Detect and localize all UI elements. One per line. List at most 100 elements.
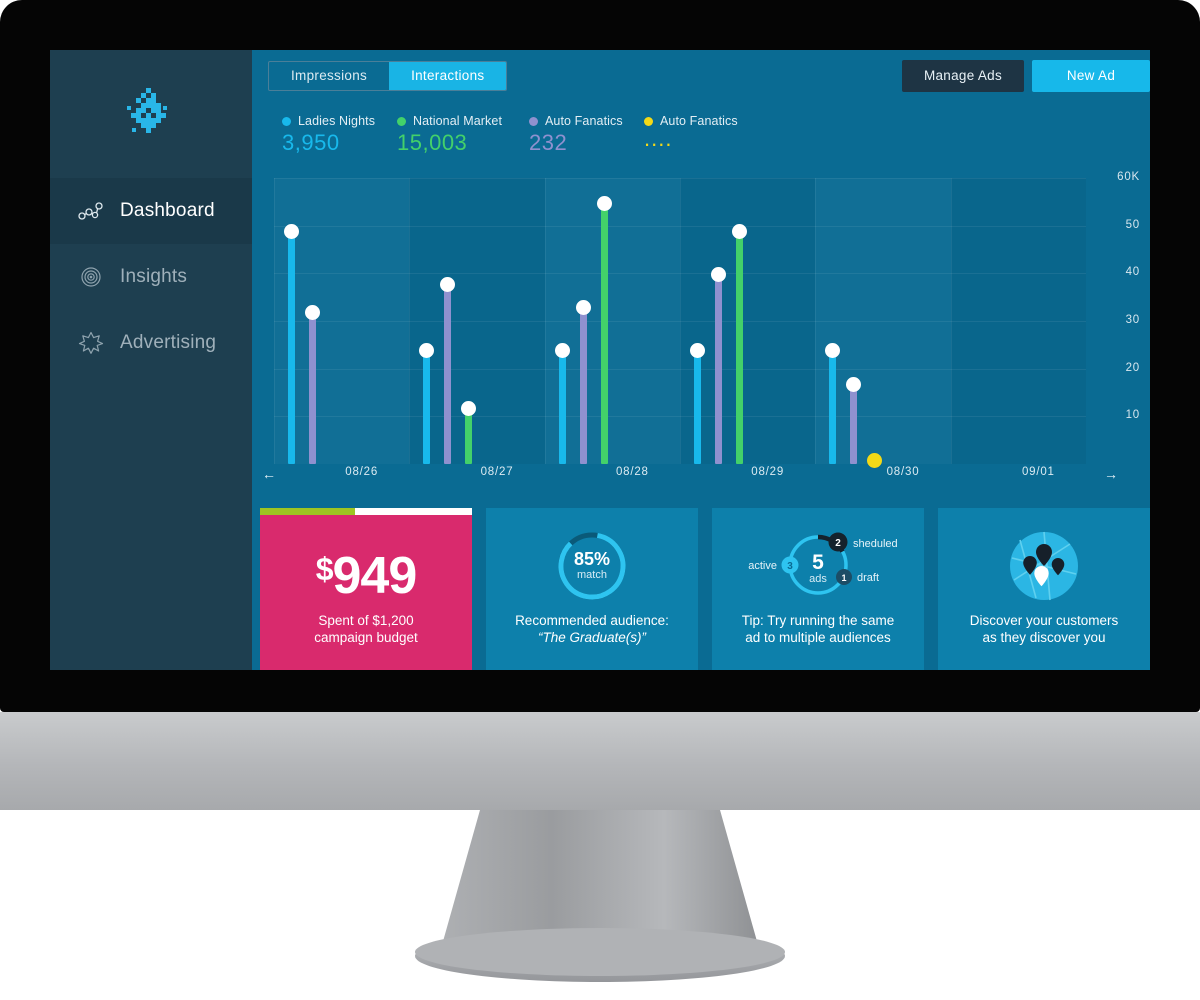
chart-bar[interactable] [690,343,705,464]
y-axis-tick-label: 50 [1125,218,1140,231]
legend-loading-indicator: .... [644,126,673,151]
y-axis-tick-label: 20 [1125,361,1140,374]
star-icon [76,328,106,358]
y-axis-tick-label: 30 [1125,314,1140,326]
chart-bar-cap-icon [554,343,570,359]
x-axis-tick-label: 09/01 [1021,466,1055,478]
chart-gridline-h [274,178,1086,179]
chart-gridline-h [274,273,1086,275]
active-label: active [748,560,777,572]
draft-count: 1 [841,573,846,583]
chart-bar-cap-icon [440,276,456,292]
budget-progress-bar [260,508,472,515]
chart-bar[interactable] [554,343,570,464]
legend-dot-icon [644,116,653,126]
chart-gridline-h [274,416,1086,418]
app-logo[interactable] [50,50,252,178]
budget-card[interactable]: $949 Spent of $1,200 campaign budget [260,508,472,670]
chart-bar[interactable] [419,343,435,464]
legend-label: Ladies Nights [298,114,376,128]
match-percent: 85% [574,549,610,569]
legend-value: 232 [529,130,568,155]
chart-bar[interactable] [846,376,862,464]
new-ad-button[interactable]: New Ad [1032,60,1150,92]
amount-value: 949 [332,547,418,605]
ads-card[interactable]: 3 2 1 5 ads active sheduled draft Tip: T… [712,508,924,670]
budget-caption: Spent of $1,200 campaign budget [260,612,472,646]
legend-dot-icon [397,116,406,126]
chart-gridline-h [274,225,1086,227]
chart: 08/26 08/27 08/28 08/29 08/30 09/01 ← → 60K 50 40… [252,164,1150,486]
legend-label: National Market [413,114,503,128]
chart-bar[interactable] [575,300,591,464]
scheduled-label: sheduled [853,538,898,550]
scheduled-count: 2 [835,538,841,549]
sidebar-item-dashboard[interactable]: Dashboard [50,178,252,244]
legend-dot-icon [282,116,291,126]
toolbar: Impressions Interactions Manage Ads New … [252,50,1150,108]
sidebar-item-label: Insights [120,266,188,287]
audience-caption-line1: Recommended audience: [515,613,669,628]
plot-area [274,178,1086,468]
discover-caption: Discover your customers as they discover… [938,612,1150,646]
x-axis-tick-label: 08/27 [480,466,514,478]
target-icon [76,262,106,292]
diamond-logo-icon [127,88,167,133]
chart-bar[interactable] [284,224,299,464]
legend-label: Auto Fanatics [545,114,623,128]
screen: Dashboard Insights Advertising Impressio… [50,50,1150,670]
tab-interactions[interactable]: Interactions [389,62,507,90]
audience-card[interactable]: 85% match Recommended audience: “The Gra… [486,508,698,670]
x-axis-tick-label: 08/26 [345,466,379,478]
sidebar-item-label: Dashboard [120,200,215,221]
sidebar-item-insights[interactable]: Insights [50,244,252,310]
chart-bar-cap-icon [596,195,612,211]
manage-ads-button[interactable]: Manage Ads [901,60,1024,92]
ads-sub: ads [809,573,827,585]
y-axis-tick-label: 10 [1125,409,1140,422]
chart-prev-arrow-icon[interactable]: ← [262,466,276,482]
sidebar-item-label: Advertising [120,332,217,353]
legend-item[interactable]: Auto Fanatics 232 [529,114,644,156]
chart-legend: Ladies Nights 3,950 National Market 15,0… [252,108,1150,156]
chart-bar[interactable] [711,267,726,464]
legend-item[interactable]: National Market 15,003 [397,114,529,156]
legend-dot-icon [529,116,538,126]
audience-quote: “The Graduate(s)” [537,630,647,645]
x-axis-tick-label: 08/30 [886,466,920,478]
tab-impressions[interactable]: Impressions [269,62,389,90]
ads-caption-line1: Tip: Try running the same [741,613,895,628]
y-axis-tick-label: 60K [1117,171,1140,183]
summary-cards: $949 Spent of $1,200 campaign budget 85%… [260,508,1150,670]
map-globe-icon [938,528,1150,604]
metric-toggle: Impressions Interactions [268,61,508,91]
chart-bar[interactable] [825,343,841,464]
chart-next-arrow-icon[interactable]: → [1104,466,1118,482]
chart-bar[interactable] [596,195,612,464]
x-axis-tick-label: 08/28 [615,466,649,478]
budget-caption-line1: Spent of $1,200 [318,613,414,628]
chart-bar[interactable] [732,224,747,464]
discover-card[interactable]: Discover your customers as they discover… [938,508,1150,670]
discover-caption-line1: Discover your customers [969,613,1119,628]
chart-bar[interactable] [440,276,456,464]
budget-amount: $949 [260,546,472,606]
ads-donut: 3 2 1 5 ads active sheduled draft [712,528,924,606]
draft-label: draft [857,572,879,584]
active-count: 3 [787,561,793,572]
budget-caption-line2: campaign budget [314,630,418,645]
sidebar: Dashboard Insights Advertising [50,50,252,670]
monitor-stand [0,712,1200,982]
ads-caption: Tip: Try running the same ad to multiple… [712,612,924,646]
legend-item[interactable]: Ladies Nights 3,950 [282,114,397,156]
legend-value: 3,950 [282,130,340,155]
x-axis: 08/26 08/27 08/28 08/29 08/30 09/01 ← → [262,466,1118,486]
chart-bar[interactable] [461,400,477,464]
y-axis-tick-label: 40 [1125,266,1140,279]
chart-bar[interactable] [305,305,320,464]
legend-item[interactable]: Auto Fanatics .... [644,114,759,156]
discover-caption-line2: as they discover you [982,630,1106,645]
sidebar-item-advertising[interactable]: Advertising [50,310,252,376]
currency-symbol: $ [315,551,334,587]
chart-gridline-h [274,321,1086,322]
